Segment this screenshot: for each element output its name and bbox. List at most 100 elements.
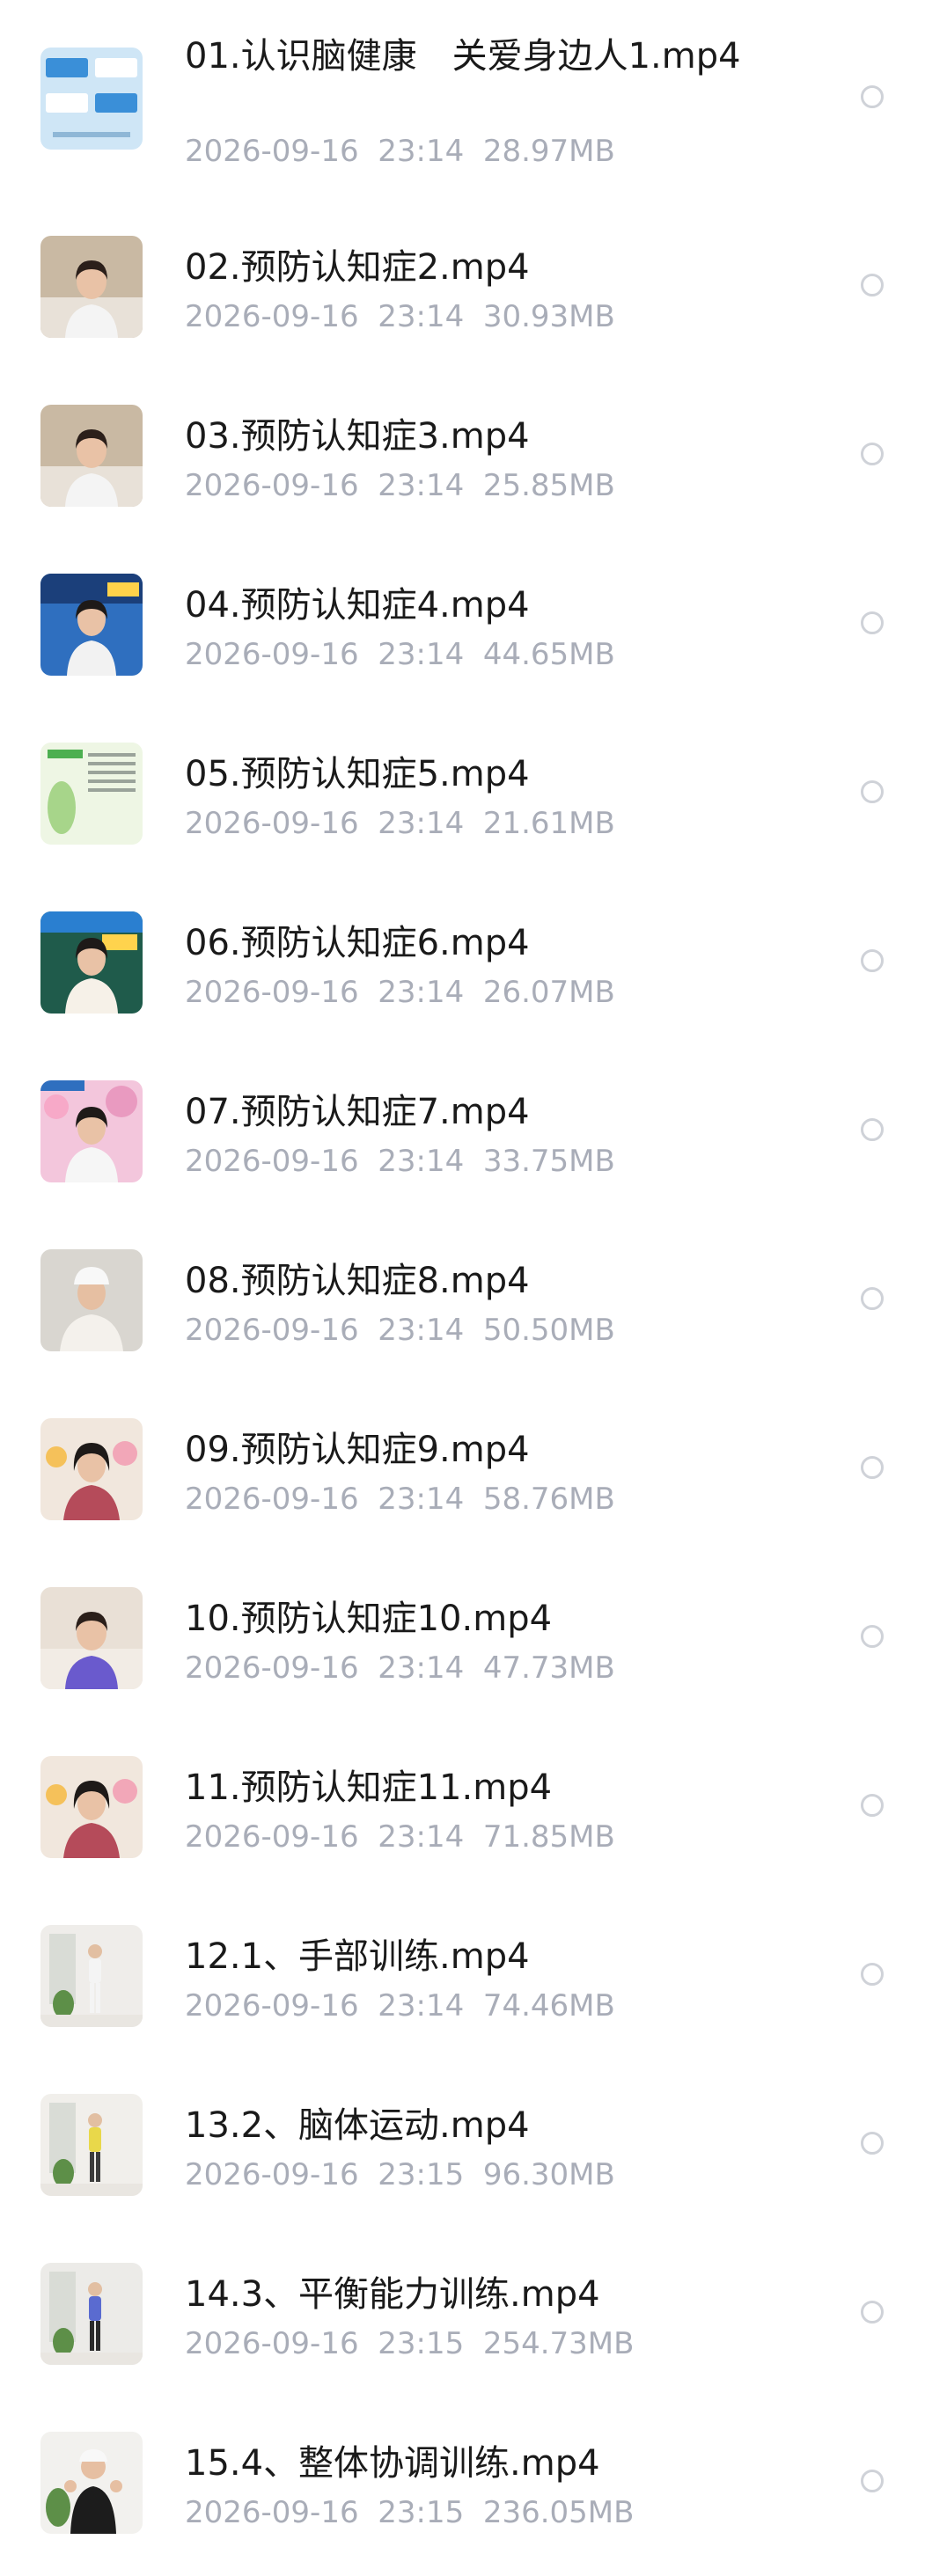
- select-radio[interactable]: [861, 1963, 884, 1986]
- file-meta: 2026-09-16 23:15 254.73MB: [185, 2326, 634, 2361]
- file-date: 2026-09-16: [185, 1819, 359, 1855]
- file-date: 2026-09-16: [185, 468, 359, 503]
- file-size: 58.76MB: [482, 1482, 615, 1517]
- select-radio[interactable]: [861, 780, 884, 803]
- file-time: 23:14: [378, 468, 465, 503]
- video-thumbnail[interactable]: [40, 911, 143, 1014]
- select-radio[interactable]: [861, 2470, 884, 2492]
- file-name: 04.预防认知症4.mp4: [185, 585, 530, 626]
- file-date: 2026-09-16: [185, 806, 359, 841]
- file-name: 08.预防认知症8.mp4: [185, 1261, 530, 1301]
- file-date: 2026-09-16: [185, 2495, 359, 2530]
- file-size: 26.07MB: [482, 975, 615, 1010]
- file-size: 21.61MB: [482, 806, 615, 841]
- file-date: 2026-09-16: [185, 1144, 359, 1179]
- select-radio[interactable]: [861, 1118, 884, 1141]
- file-time: 23:15: [378, 2157, 465, 2192]
- video-thumbnail[interactable]: [40, 236, 143, 338]
- video-thumbnail[interactable]: [40, 1249, 143, 1351]
- select-radio[interactable]: [861, 1794, 884, 1817]
- file-name: 10.预防认知症10.mp4: [185, 1599, 553, 1639]
- file-time: 23:14: [378, 637, 465, 672]
- file-meta: 2026-09-16 23:14 33.75MB: [185, 1144, 615, 1179]
- video-thumbnail[interactable]: [40, 1925, 143, 2027]
- file-time: 23:14: [378, 299, 465, 334]
- file-meta: 2026-09-16 23:14 50.50MB: [185, 1313, 615, 1348]
- select-radio[interactable]: [861, 2301, 884, 2324]
- file-time: 23:14: [378, 1819, 465, 1855]
- file-time: 23:14: [378, 975, 465, 1010]
- file-meta: 2026-09-16 23:14 21.61MB: [185, 806, 615, 841]
- video-thumbnail[interactable]: [40, 1080, 143, 1182]
- select-radio[interactable]: [861, 2132, 884, 2155]
- file-name: 07.预防认知症7.mp4: [185, 1092, 530, 1132]
- file-time: 23:14: [378, 1482, 465, 1517]
- file-date: 2026-09-16: [185, 2157, 359, 2192]
- file-meta: 2026-09-16 23:14 58.76MB: [185, 1482, 615, 1517]
- file-meta: 2026-09-16 23:14 25.85MB: [185, 468, 615, 503]
- select-radio[interactable]: [861, 443, 884, 465]
- file-name: 14.3、平衡能力训练.mp4: [185, 2274, 600, 2315]
- select-radio[interactable]: [861, 949, 884, 972]
- video-thumbnail[interactable]: [40, 1587, 143, 1689]
- file-date: 2026-09-16: [185, 1482, 359, 1517]
- video-thumbnail[interactable]: [40, 1756, 143, 1858]
- file-date: 2026-09-16: [185, 975, 359, 1010]
- video-thumbnail[interactable]: [40, 2432, 143, 2534]
- file-size: 25.85MB: [482, 468, 615, 503]
- file-date: 2026-09-16: [185, 134, 359, 169]
- file-size: 50.50MB: [482, 1313, 615, 1348]
- file-size: 47.73MB: [482, 1650, 615, 1686]
- file-meta: 2026-09-16 23:14 28.97MB: [185, 134, 615, 169]
- file-time: 23:15: [378, 2495, 465, 2530]
- video-thumbnail[interactable]: [40, 574, 143, 676]
- file-name: 01.认识脑健康 关爱身边人1.mp4: [185, 36, 741, 77]
- file-size: 74.46MB: [482, 1988, 615, 2023]
- file-name: 12.1、手部训练.mp4: [185, 1936, 530, 1977]
- file-time: 23:14: [378, 806, 465, 841]
- video-thumbnail[interactable]: [40, 1418, 143, 1520]
- video-thumbnail[interactable]: [40, 2263, 143, 2365]
- file-meta: 2026-09-16 23:15 96.30MB: [185, 2157, 615, 2192]
- file-size: 28.97MB: [482, 134, 615, 169]
- file-date: 2026-09-16: [185, 2326, 359, 2361]
- file-size: 44.65MB: [482, 637, 615, 672]
- file-date: 2026-09-16: [185, 1650, 359, 1686]
- video-thumbnail[interactable]: [40, 743, 143, 845]
- file-meta: 2026-09-16 23:14 71.85MB: [185, 1819, 615, 1855]
- file-size: 96.30MB: [482, 2157, 615, 2192]
- file-size: 33.75MB: [482, 1144, 615, 1179]
- file-date: 2026-09-16: [185, 1313, 359, 1348]
- file-name: 15.4、整体协调训练.mp4: [185, 2443, 600, 2484]
- select-radio[interactable]: [861, 1287, 884, 1310]
- file-date: 2026-09-16: [185, 299, 359, 334]
- file-time: 23:14: [378, 1144, 465, 1179]
- file-size: 236.05MB: [482, 2495, 635, 2530]
- select-radio[interactable]: [861, 85, 884, 108]
- file-time: 23:14: [378, 1988, 465, 2023]
- file-meta: 2026-09-16 23:14 47.73MB: [185, 1650, 615, 1686]
- select-radio[interactable]: [861, 1625, 884, 1648]
- file-time: 23:14: [378, 1650, 465, 1686]
- file-name: 06.预防认知症6.mp4: [185, 923, 530, 963]
- file-date: 2026-09-16: [185, 1988, 359, 2023]
- select-radio[interactable]: [861, 611, 884, 634]
- file-name: 02.预防认知症2.mp4: [185, 247, 530, 288]
- video-thumbnail[interactable]: [40, 405, 143, 507]
- file-meta: 2026-09-16 23:14 26.07MB: [185, 975, 615, 1010]
- file-name: 13.2、脑体运动.mp4: [185, 2105, 530, 2146]
- file-meta: 2026-09-16 23:15 236.05MB: [185, 2495, 634, 2530]
- select-radio[interactable]: [861, 274, 884, 296]
- file-time: 23:14: [378, 134, 465, 169]
- video-thumbnail[interactable]: [40, 48, 143, 150]
- select-radio[interactable]: [861, 1456, 884, 1479]
- file-name: 09.预防认知症9.mp4: [185, 1430, 530, 1470]
- file-name: 03.预防认知症3.mp4: [185, 416, 530, 457]
- file-date: 2026-09-16: [185, 637, 359, 672]
- file-name: 05.预防认知症5.mp4: [185, 754, 530, 794]
- file-meta: 2026-09-16 23:14 30.93MB: [185, 299, 615, 334]
- video-thumbnail[interactable]: [40, 2094, 143, 2196]
- file-time: 23:15: [378, 2326, 465, 2361]
- file-name: 11.预防认知症11.mp4: [185, 1767, 553, 1808]
- file-size: 30.93MB: [482, 299, 615, 334]
